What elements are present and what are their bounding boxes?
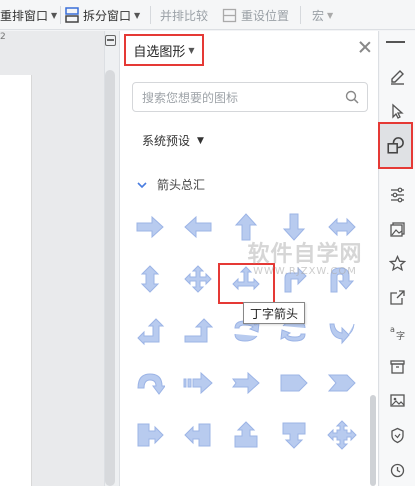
chevron-down-icon: ▼ — [51, 10, 58, 20]
u-turn-arrow-shape[interactable] — [324, 261, 360, 297]
right-arrow-shape[interactable] — [132, 209, 168, 245]
split-window-button[interactable]: 拆分窗口 ▼ — [64, 0, 140, 30]
up-arrow-callout-shape[interactable] — [228, 417, 264, 453]
rearrange-windows-label: 重排窗口 — [0, 8, 49, 23]
image-gallery-icon[interactable] — [387, 219, 408, 240]
svg-text:a: a — [390, 325, 395, 334]
curved-up-arrow-shape[interactable] — [132, 365, 168, 401]
reset-position-label: 重设位置 — [241, 8, 290, 23]
svg-text:字: 字 — [396, 330, 405, 340]
document-scrollbar[interactable] — [105, 70, 115, 486]
chevron-down-icon: ▼ — [134, 10, 141, 20]
pentagon-arrow-shape[interactable] — [276, 365, 312, 401]
section-label: 箭头总汇 — [157, 178, 206, 192]
pen-icon[interactable] — [387, 67, 408, 88]
left-arrow-callout-shape[interactable] — [180, 417, 216, 453]
star-icon[interactable] — [387, 253, 408, 274]
side-by-side-label: 并排比较 — [160, 8, 209, 23]
left-right-arrow-shape[interactable] — [324, 209, 360, 245]
bent-up-arrow-shape[interactable] — [180, 313, 216, 349]
archive-icon[interactable] — [387, 356, 408, 377]
quad-arrow-shape[interactable] — [180, 261, 216, 297]
chevron-down-icon — [137, 181, 147, 188]
macro-label: 宏 — [312, 8, 325, 23]
split-window-label: 拆分窗口 — [83, 8, 132, 23]
up-arrow-shape[interactable] — [228, 209, 264, 245]
picture-icon[interactable] — [387, 390, 408, 411]
shapes-panel: 自选图形 ▼ 搜索您想要的图标 系统预设 ▼ 箭头总汇 丁字箭头 软件自学网 W… — [119, 31, 379, 486]
chevron-down-icon: ▼ — [327, 10, 334, 20]
chevron-down-icon: ▼ — [188, 45, 195, 55]
panel-title-dropdown[interactable]: 自选图形 ▼ — [124, 34, 204, 66]
shape-tooltip: 丁字箭头 — [243, 302, 306, 324]
striped-right-arrow-shape[interactable] — [180, 365, 216, 401]
preset-dropdown[interactable]: 系统预设 ▼ — [142, 132, 204, 149]
side-by-side-button[interactable]: 并排比较 — [160, 0, 208, 30]
search-icon[interactable] — [345, 90, 359, 104]
left-arrow-shape[interactable] — [180, 209, 216, 245]
bent-arrow-shape[interactable] — [276, 261, 312, 297]
rearrange-windows-button[interactable]: 重排窗口 ▼ — [0, 0, 57, 30]
split-window-icon — [65, 7, 79, 23]
up-down-arrow-shape[interactable] — [132, 261, 168, 297]
preset-label: 系统预设 — [142, 134, 191, 148]
reset-position-button[interactable]: 重设位置 — [222, 0, 289, 30]
left-up-arrow-shape[interactable] — [132, 313, 168, 349]
caret-down-icon: ▼ — [197, 135, 204, 146]
history-icon[interactable] — [387, 460, 408, 481]
ruler-number: 2 — [0, 32, 6, 42]
shapes-sidebar-button[interactable] — [378, 122, 413, 169]
shapes-icon — [387, 137, 404, 154]
highlight-box — [218, 263, 275, 304]
shield-icon[interactable] — [387, 425, 408, 446]
notched-right-arrow-shape[interactable] — [228, 365, 264, 401]
tooltip-text: 丁字箭头 — [250, 306, 299, 321]
quad-arrow-callout-shape[interactable] — [324, 417, 360, 453]
document-area: 2 — [0, 31, 104, 486]
down-arrow-shape[interactable] — [276, 209, 312, 245]
toolbar-divider — [60, 6, 61, 24]
top-toolbar: 重排窗口 ▼ 拆分窗口 ▼ 并排比较 重设位置 宏 ▼ — [0, 0, 415, 30]
settings-sliders-icon[interactable] — [387, 184, 408, 205]
toolbar-divider — [150, 6, 151, 24]
close-icon[interactable] — [358, 40, 372, 54]
search-placeholder: 搜索您想要的图标 — [142, 90, 239, 105]
sidebar-collapse-handle[interactable] — [386, 41, 405, 43]
macro-button[interactable]: 宏 ▼ — [312, 0, 333, 30]
cursor-icon[interactable] — [387, 101, 408, 122]
panel-title: 自选图形 — [133, 44, 186, 60]
right-sidebar: a字 — [380, 31, 415, 486]
minimize-pane-icon[interactable] — [105, 35, 116, 46]
chevron-shape[interactable] — [324, 365, 360, 401]
panel-scrollbar[interactable] — [370, 395, 376, 486]
reset-position-icon — [222, 8, 237, 22]
document-page[interactable] — [0, 75, 32, 486]
toolbar-divider — [300, 6, 301, 24]
section-header[interactable]: 箭头总汇 — [135, 176, 205, 193]
translate-icon[interactable]: a字 — [387, 321, 408, 342]
curved-down-arrow-shape[interactable] — [324, 313, 360, 349]
share-icon[interactable] — [387, 287, 408, 308]
search-input[interactable]: 搜索您想要的图标 — [132, 82, 368, 112]
right-arrow-callout-shape[interactable] — [132, 417, 168, 453]
down-arrow-callout-shape[interactable] — [276, 417, 312, 453]
